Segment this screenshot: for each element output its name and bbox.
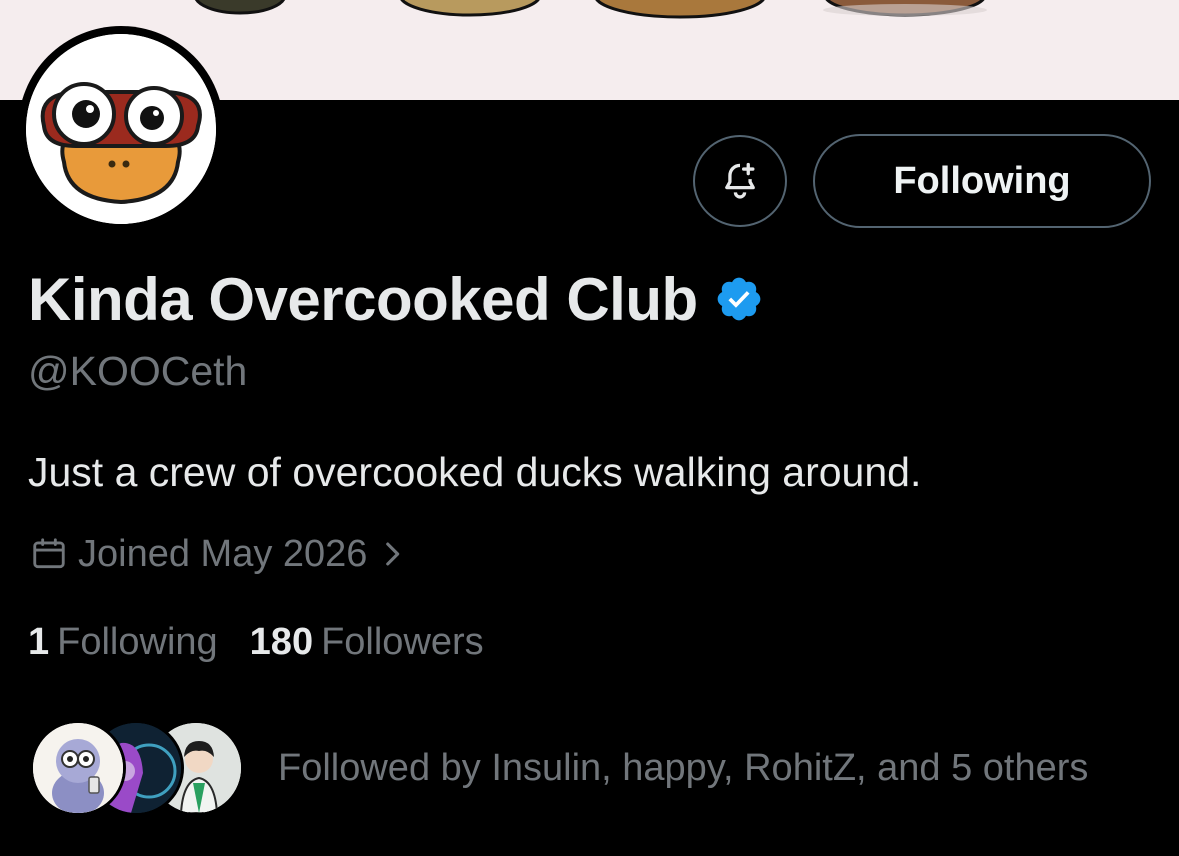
name-row: Kinda Overcooked Club <box>28 265 764 333</box>
following-count-link[interactable]: 1 Following <box>28 621 218 664</box>
chevron-right-icon <box>386 542 400 566</box>
verified-badge-icon[interactable] <box>714 274 764 324</box>
joined-date-text: Joined May 2026 <box>78 532 368 575</box>
bell-plus-icon <box>725 162 755 199</box>
profile-bio: Just a crew of overcooked ducks walking … <box>28 449 922 495</box>
followed-by-text: Followed by Insulin, happy, RohitZ, and … <box>278 746 1089 789</box>
following-button[interactable]: Following <box>813 134 1151 228</box>
profile-avatar[interactable] <box>18 26 224 232</box>
profile-stats: 1 Following 180 Followers <box>28 618 484 666</box>
calendar-icon <box>33 538 65 569</box>
followers-label: Followers <box>321 620 484 663</box>
follower-avatar-image <box>33 723 123 813</box>
joined-date-link[interactable]: Joined May 2026 <box>30 530 419 578</box>
followers-count: 180 <box>249 620 314 663</box>
notifications-bell-button[interactable] <box>693 135 787 227</box>
followers-count-link[interactable]: 180 Followers <box>250 621 484 664</box>
follower-avatar <box>30 720 126 816</box>
display-name: Kinda Overcooked Club <box>28 265 698 333</box>
duck-avatar-image <box>26 34 216 224</box>
followed-by-avatars <box>30 718 250 818</box>
followed-by-link[interactable]: Followed by Insulin, happy, RohitZ, and … <box>30 718 1088 818</box>
following-label: Following <box>57 620 218 663</box>
following-count: 1 <box>28 620 50 663</box>
profile-handle: @KOOCeth <box>28 348 248 394</box>
